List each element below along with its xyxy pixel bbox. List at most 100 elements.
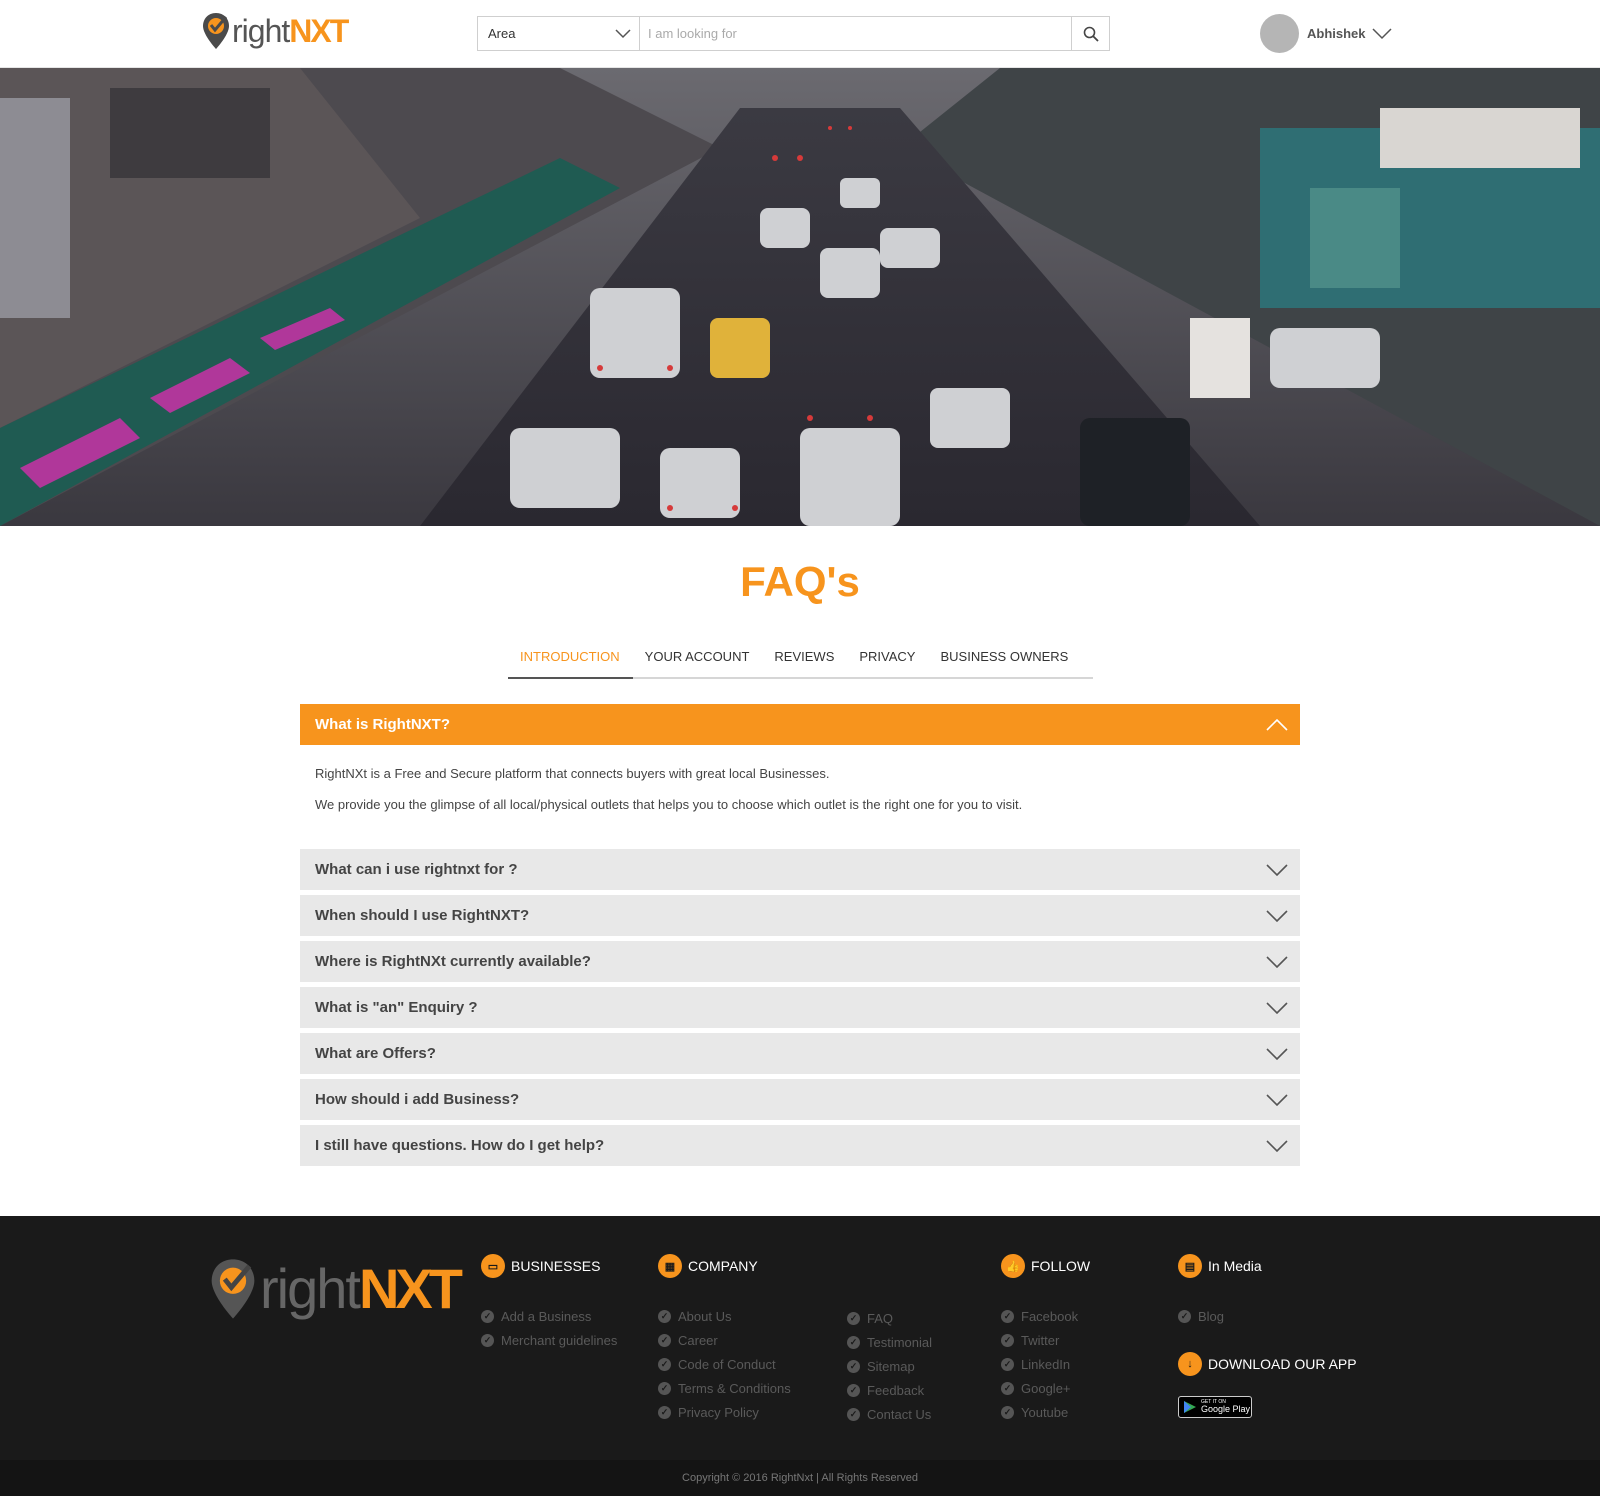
search-bar: Area bbox=[477, 16, 1110, 51]
footer-company-more: ✓ FAQ ✓ Testimonial ✓ Sitemap ✓ Feedback ✓ Co… bbox=[847, 1306, 932, 1426]
avatar[interactable] bbox=[1260, 14, 1299, 53]
chevron-down-icon bbox=[1266, 909, 1288, 922]
faq-item-header[interactable]: What are Offers? bbox=[300, 1033, 1300, 1074]
footer-link-sitemap[interactable]: ✓ Sitemap bbox=[847, 1354, 932, 1378]
footer-company: ▦ COMPANY ✓ About Us ✓ Career ✓ Code of Cond… bbox=[658, 1254, 791, 1424]
faq-item-header[interactable]: Where is RightNXt currently available? bbox=[300, 941, 1300, 982]
check-icon: ✓ bbox=[658, 1357, 671, 1371]
briefcase-icon: ▭ bbox=[481, 1254, 505, 1278]
location-pin-icon bbox=[211, 1259, 255, 1319]
check-icon: ✓ bbox=[1001, 1333, 1014, 1347]
footer-link-career[interactable]: ✓ Career bbox=[658, 1328, 791, 1352]
hero-image bbox=[0, 68, 1600, 526]
footer-link-youtube[interactable]: ✓ Youtube bbox=[1001, 1400, 1090, 1424]
chevron-down-icon bbox=[1266, 1093, 1288, 1106]
footer-heading: BUSINESSES bbox=[511, 1258, 601, 1274]
footer-link-about-us[interactable]: ✓ About Us bbox=[658, 1304, 791, 1328]
chevron-down-icon bbox=[1266, 1001, 1288, 1014]
faq-question: How should i add Business? bbox=[315, 1091, 520, 1108]
chevron-down-icon bbox=[1371, 27, 1392, 39]
chevron-down-icon bbox=[1266, 1139, 1288, 1152]
page-title: FAQ's bbox=[740, 558, 860, 605]
footer-logo[interactable]: rightNXT bbox=[210, 1256, 463, 1322]
search-button[interactable] bbox=[1071, 17, 1109, 50]
faq-item-header[interactable]: When should I use RightNXT? bbox=[300, 895, 1300, 936]
tab-privacy[interactable]: PRIVACY bbox=[847, 637, 928, 679]
footer-link-blog[interactable]: ✓ Blog bbox=[1178, 1304, 1357, 1328]
footer-link-feedback[interactable]: ✓ Feedback bbox=[847, 1378, 932, 1402]
faq-question: What is RightNXT? bbox=[315, 716, 450, 733]
check-icon: ✓ bbox=[658, 1333, 671, 1347]
faq-item: When should I use RightNXT? bbox=[300, 895, 1300, 936]
footer-logo-wordmark: rightNXT bbox=[260, 1257, 463, 1320]
faq-question: What is "an" Enquiry ? bbox=[315, 999, 478, 1016]
footer-link-faq[interactable]: ✓ FAQ bbox=[847, 1306, 932, 1330]
check-icon: ✓ bbox=[847, 1407, 860, 1421]
faq-item: What can i use rightnxt for ? bbox=[300, 849, 1300, 890]
faq-question: What are Offers? bbox=[315, 1045, 436, 1062]
footer-link-merchant-guidelines[interactable]: ✓ Merchant guidelines bbox=[481, 1328, 617, 1352]
footer-heading: FOLLOW bbox=[1031, 1258, 1091, 1274]
chevron-down-icon bbox=[1266, 863, 1288, 876]
faq-item-header[interactable]: What is "an" Enquiry ? bbox=[300, 987, 1300, 1028]
footer-link-facebook[interactable]: ✓ Facebook bbox=[1001, 1304, 1090, 1328]
footer-link-contact-us[interactable]: ✓ Contact Us bbox=[847, 1402, 932, 1426]
user-menu[interactable]: Abhishek bbox=[1260, 14, 1392, 53]
footer-heading: COMPANY bbox=[688, 1258, 758, 1274]
faq-item-open[interactable]: What is RightNXT? bbox=[300, 704, 1300, 745]
faq-item: Where is RightNXt currently available? bbox=[300, 941, 1300, 982]
chevron-down-icon bbox=[615, 28, 631, 38]
faq-accordion: What is RightNXT? RightNXt is a Free and… bbox=[300, 704, 1300, 845]
check-icon: ✓ bbox=[1001, 1381, 1014, 1395]
area-select-label: Area bbox=[488, 26, 516, 41]
chevron-up-icon bbox=[1266, 718, 1288, 731]
footer-link-terms[interactable]: ✓ Terms & Conditions bbox=[658, 1376, 791, 1400]
site-footer: rightNXT ▭ BUSINESSES ✓ Add a Business ✓ Me… bbox=[0, 1216, 1600, 1460]
footer-link-twitter[interactable]: ✓ Twitter bbox=[1001, 1328, 1090, 1352]
footer-link-googleplus[interactable]: ✓ Google+ bbox=[1001, 1376, 1090, 1400]
chevron-down-icon bbox=[1266, 955, 1288, 968]
faq-item: How should i add Business? bbox=[300, 1079, 1300, 1120]
faq-item: I still have questions. How do I get hel… bbox=[300, 1125, 1300, 1166]
footer-heading: In Media bbox=[1208, 1258, 1262, 1274]
user-name: Abhishek bbox=[1307, 26, 1366, 41]
faq-question: When should I use RightNXT? bbox=[315, 907, 530, 924]
check-icon: ✓ bbox=[1001, 1309, 1014, 1323]
check-icon: ✓ bbox=[658, 1309, 671, 1323]
logo-wordmark: rightNXT bbox=[232, 13, 349, 49]
footer-link-testimonial[interactable]: ✓ Testimonial bbox=[847, 1330, 932, 1354]
newspaper-icon: ▤ bbox=[1178, 1254, 1202, 1278]
building-icon: ▦ bbox=[658, 1254, 682, 1278]
tab-your-account[interactable]: YOUR ACCOUNT bbox=[633, 637, 763, 679]
faq-answer: RightNXt is a Free and Secure platform t… bbox=[300, 745, 1300, 845]
play-store-icon bbox=[1184, 1401, 1196, 1413]
copyright: Copyright © 2016 RightNxt | All Rights R… bbox=[0, 1460, 1600, 1496]
site-logo[interactable]: rightNXT bbox=[202, 12, 349, 50]
footer-link-privacy-policy[interactable]: ✓ Privacy Policy bbox=[658, 1400, 791, 1424]
tab-reviews[interactable]: REVIEWS bbox=[762, 637, 847, 679]
footer-media: ▤ In Media ✓ Blog ↓ DOWNLOAD OUR APP GET IT… bbox=[1178, 1254, 1357, 1418]
footer-link-add-business[interactable]: ✓ Add a Business bbox=[481, 1304, 617, 1328]
faq-item-header[interactable]: I still have questions. How do I get hel… bbox=[300, 1125, 1300, 1166]
check-icon: ✓ bbox=[847, 1383, 860, 1397]
google-play-badge[interactable]: GET IT ON Google Play bbox=[1178, 1396, 1252, 1418]
tab-introduction[interactable]: INTRODUCTION bbox=[508, 637, 633, 679]
faq-item-header[interactable]: How should i add Business? bbox=[300, 1079, 1300, 1120]
faq-question: I still have questions. How do I get hel… bbox=[315, 1137, 605, 1154]
location-pin-icon bbox=[203, 13, 229, 49]
check-icon: ✓ bbox=[658, 1405, 671, 1419]
faq-question: What can i use rightnxt for ? bbox=[315, 861, 518, 878]
check-icon: ✓ bbox=[481, 1333, 494, 1347]
thumbs-up-icon: 👍 bbox=[1001, 1254, 1025, 1278]
check-icon: ✓ bbox=[658, 1381, 671, 1395]
tab-business-owners[interactable]: BUSINESS OWNERS bbox=[928, 637, 1081, 679]
search-input[interactable] bbox=[640, 17, 1071, 50]
faq-item-header[interactable]: What can i use rightnxt for ? bbox=[300, 849, 1300, 890]
footer-link-code-of-conduct[interactable]: ✓ Code of Conduct bbox=[658, 1352, 791, 1376]
area-select[interactable]: Area bbox=[478, 17, 640, 50]
footer-link-linkedin[interactable]: ✓ LinkedIn bbox=[1001, 1352, 1090, 1376]
check-icon: ✓ bbox=[847, 1359, 860, 1373]
download-app: ↓ DOWNLOAD OUR APP bbox=[1178, 1352, 1357, 1376]
check-icon: ✓ bbox=[1001, 1357, 1014, 1371]
faq-tabs: INTRODUCTION YOUR ACCOUNT REVIEWS PRIVAC… bbox=[508, 637, 1093, 679]
